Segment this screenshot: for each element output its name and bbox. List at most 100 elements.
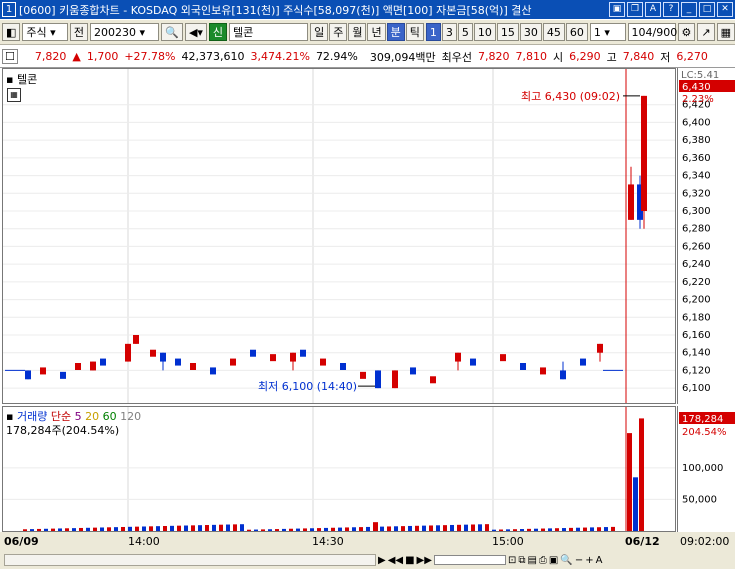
- indicator-icon[interactable]: ⚙: [677, 23, 696, 41]
- volume-bar: [205, 525, 209, 531]
- stop-icon[interactable]: ■: [405, 555, 414, 566]
- volume-bar: [627, 433, 632, 531]
- volume-bar: [443, 525, 447, 531]
- zoom-in-icon[interactable]: +: [585, 555, 593, 566]
- range-slider[interactable]: [433, 555, 506, 565]
- restore-icon[interactable]: ❐: [627, 2, 643, 17]
- multiplier-select[interactable]: 1 ▾: [589, 23, 626, 41]
- copy-icon[interactable]: ⧉: [518, 555, 525, 566]
- font-icon[interactable]: A: [645, 2, 661, 17]
- volume-bar: [387, 526, 391, 531]
- volume-axis-svg: 100,000 50,000 178,284 204.54%: [679, 412, 735, 505]
- layout-icon[interactable]: ◧: [2, 23, 21, 41]
- market-select[interactable]: 주식 ▾: [22, 23, 68, 41]
- quote-infobar: ☐ 7,820 ▲ 1,700 +27.78% 42,373,610 3,474…: [0, 46, 735, 68]
- volume-bar: [555, 528, 559, 531]
- pane-square-icon: ▪: [6, 73, 14, 86]
- interval-tab-6[interactable]: 45: [542, 23, 565, 41]
- stock-code-input[interactable]: 200230 ▾: [90, 23, 160, 41]
- volume-bar: [562, 528, 566, 531]
- volume-bar: [492, 529, 496, 531]
- search-icon[interactable]: 🔍: [161, 23, 183, 41]
- candle-body: [392, 370, 398, 389]
- volume-bar: [100, 527, 104, 531]
- volume-bar: [289, 528, 293, 531]
- period-tabs: 일주월년분틱: [310, 23, 424, 41]
- save-icon[interactable]: ▣: [549, 555, 558, 566]
- price-tick-label: 6,100: [682, 383, 711, 394]
- price-tick-label: 6,280: [682, 224, 711, 235]
- price-tick-label: 6,400: [682, 117, 711, 128]
- price-axis: 6,420 6,400 6,380 6,360 6,340 6,320 6,300 6,280…: [677, 68, 735, 404]
- help-icon[interactable]: ?: [663, 2, 679, 17]
- volume-bar: [569, 527, 573, 531]
- zoom-box-icon[interactable]: ⊡: [508, 555, 516, 566]
- high-label: 고: [606, 50, 617, 64]
- interval-tab-7[interactable]: 60: [565, 23, 588, 41]
- volume-value: 42,373,610: [181, 50, 245, 63]
- volume-bar: [114, 527, 118, 531]
- price-pane-stock-label: 텔콘: [16, 73, 38, 86]
- maximize-icon[interactable]: □: [699, 2, 715, 17]
- volume-bar: [541, 528, 545, 531]
- forward-icon[interactable]: ▶▶: [417, 555, 432, 566]
- candle-body: [100, 358, 106, 366]
- period-tab-4[interactable]: 분: [386, 23, 405, 41]
- volume-bar: [296, 528, 300, 531]
- price-chart-svg: 최고 6,430 (09:02) 최저 6,100 (14:40): [3, 69, 675, 403]
- volume-bar: [226, 524, 230, 531]
- zoom-out-icon[interactable]: −: [575, 555, 583, 566]
- volume-bar: [128, 526, 132, 531]
- volume-bar: [93, 527, 97, 531]
- interval-tab-5[interactable]: 30: [519, 23, 542, 41]
- price-pane[interactable]: 최고 6,430 (09:02) 최저 6,100 (14:40) ▪ 텔콘 ▦: [2, 68, 676, 404]
- candle-body: [560, 370, 566, 380]
- volume-bar: [394, 526, 398, 531]
- rewind-icon[interactable]: ◀◀: [388, 555, 403, 566]
- change-percent: +27.78%: [124, 50, 176, 63]
- calculator-icon[interactable]: ▦: [7, 88, 21, 102]
- price-pane-header: ▪ 텔콘: [6, 71, 37, 87]
- period-tab-5[interactable]: 틱: [405, 23, 424, 41]
- interval-tab-0[interactable]: 1: [425, 23, 441, 41]
- trend-icon[interactable]: ↗: [697, 23, 715, 41]
- minimize-icon[interactable]: _: [681, 2, 697, 17]
- lock-icon[interactable]: ▣: [609, 2, 625, 17]
- horizontal-scrollbar[interactable]: [4, 554, 376, 566]
- volume-bar: [633, 477, 638, 531]
- volume-bar: [79, 527, 83, 531]
- volume-bar: [373, 522, 378, 531]
- order-icon[interactable]: ☐: [2, 49, 18, 64]
- candle-body: [520, 363, 526, 370]
- interval-tab-3[interactable]: 10: [473, 23, 496, 41]
- prev-button[interactable]: 전: [69, 23, 89, 41]
- interval-tab-2[interactable]: 5: [457, 23, 473, 41]
- volume-bar: [198, 525, 202, 531]
- volume-bar: [72, 528, 76, 531]
- volume-bar: [219, 524, 223, 531]
- candle-body: [60, 371, 66, 379]
- close-icon[interactable]: ✕: [717, 2, 733, 17]
- scroll-right-icon[interactable]: ▶: [378, 555, 386, 566]
- period-tab-3[interactable]: 년: [367, 23, 386, 41]
- zoom-icon[interactable]: 🔍: [560, 555, 572, 566]
- volume-pane[interactable]: ▪ 거래량 단순 5 20 60 120 178,284주(204.54%): [2, 406, 676, 532]
- price-tick-label: 6,200: [682, 295, 711, 306]
- period-tab-2[interactable]: 월: [348, 23, 367, 41]
- chart-type-icon[interactable]: ▤: [527, 555, 536, 566]
- volume-bar: [37, 528, 41, 531]
- time-label: 15:00: [492, 535, 524, 548]
- print-icon[interactable]: ⎙: [539, 555, 547, 566]
- volume-tick-label: 50,000: [682, 494, 717, 505]
- sound-icon[interactable]: ◀▾: [184, 23, 207, 41]
- candle-body: [40, 367, 46, 375]
- ask-price: 7,820: [478, 50, 510, 63]
- grid-icon[interactable]: ▦: [716, 23, 735, 41]
- period-tab-0[interactable]: 일: [310, 23, 329, 41]
- candle-body: [270, 354, 276, 362]
- period-tab-1[interactable]: 주: [329, 23, 348, 41]
- font-size-icon[interactable]: A: [596, 555, 603, 566]
- interval-tab-1[interactable]: 3: [441, 23, 457, 41]
- volume-bar: [254, 529, 258, 531]
- interval-tab-4[interactable]: 15: [496, 23, 519, 41]
